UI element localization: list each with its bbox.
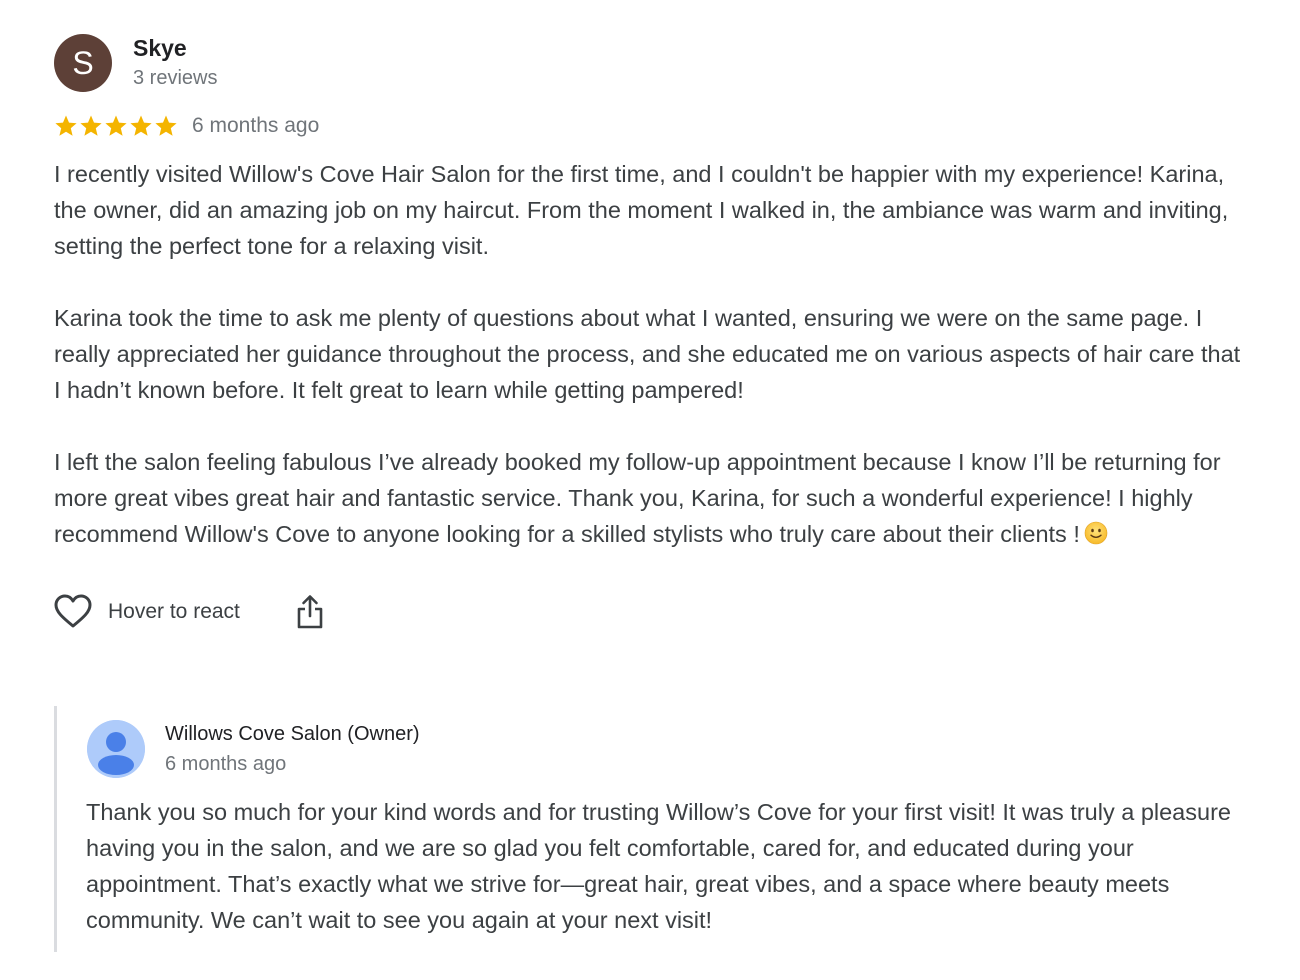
avatar-letter: S [72, 44, 94, 81]
review-date: 6 months ago [192, 114, 320, 137]
owner-reply-text: Thank you so much for your kind words an… [86, 799, 1231, 933]
avatar[interactable]: S [54, 34, 112, 92]
react-label[interactable]: Hover to react [108, 600, 240, 624]
owner-reply-header: Willows Cove Salon (Owner) 6 months ago [87, 720, 420, 778]
review-text: I recently visited Willow's Cove Hair Sa… [54, 156, 1244, 552]
star-icon [79, 114, 103, 138]
owner-info: Willows Cove Salon (Owner) 6 months ago [165, 720, 420, 778]
reviewer-review-count[interactable]: 3 reviews [133, 64, 217, 92]
owner-reply-date: 6 months ago [165, 753, 287, 775]
star-icon [129, 114, 153, 138]
reviewer-name[interactable]: Skye [133, 34, 217, 62]
person-avatar-icon [87, 720, 145, 778]
slightly-smiling-face-icon [1084, 519, 1108, 545]
react-button[interactable]: Hover to react [54, 593, 240, 631]
owner-reply: Willows Cove Salon (Owner) 6 months ago … [54, 706, 1247, 952]
rating-row: 6 months ago [54, 112, 1244, 140]
review-actions: Hover to react [54, 592, 1244, 632]
reviewer-info: Skye 3 reviews [133, 34, 217, 92]
heart-outline-icon[interactable] [54, 593, 92, 631]
star-rating [54, 114, 178, 138]
review-paragraph-text: I left the salon feeling fabulous I’ve a… [54, 449, 1221, 547]
review-card: S Skye 3 reviews 6 months ago I recently… [54, 34, 1244, 632]
share-icon[interactable] [296, 594, 324, 630]
reviewer-header: S Skye 3 reviews [54, 34, 1244, 92]
star-icon [104, 114, 128, 138]
review-paragraph: I left the salon feeling fabulous I’ve a… [54, 444, 1244, 552]
review-paragraph: Karina took the time to ask me plenty of… [54, 305, 1241, 403]
star-icon [154, 114, 178, 138]
review-paragraph: I recently visited Willow's Cove Hair Sa… [54, 161, 1229, 259]
owner-name: Willows Cove Salon (Owner) [165, 723, 420, 745]
star-icon [54, 114, 78, 138]
